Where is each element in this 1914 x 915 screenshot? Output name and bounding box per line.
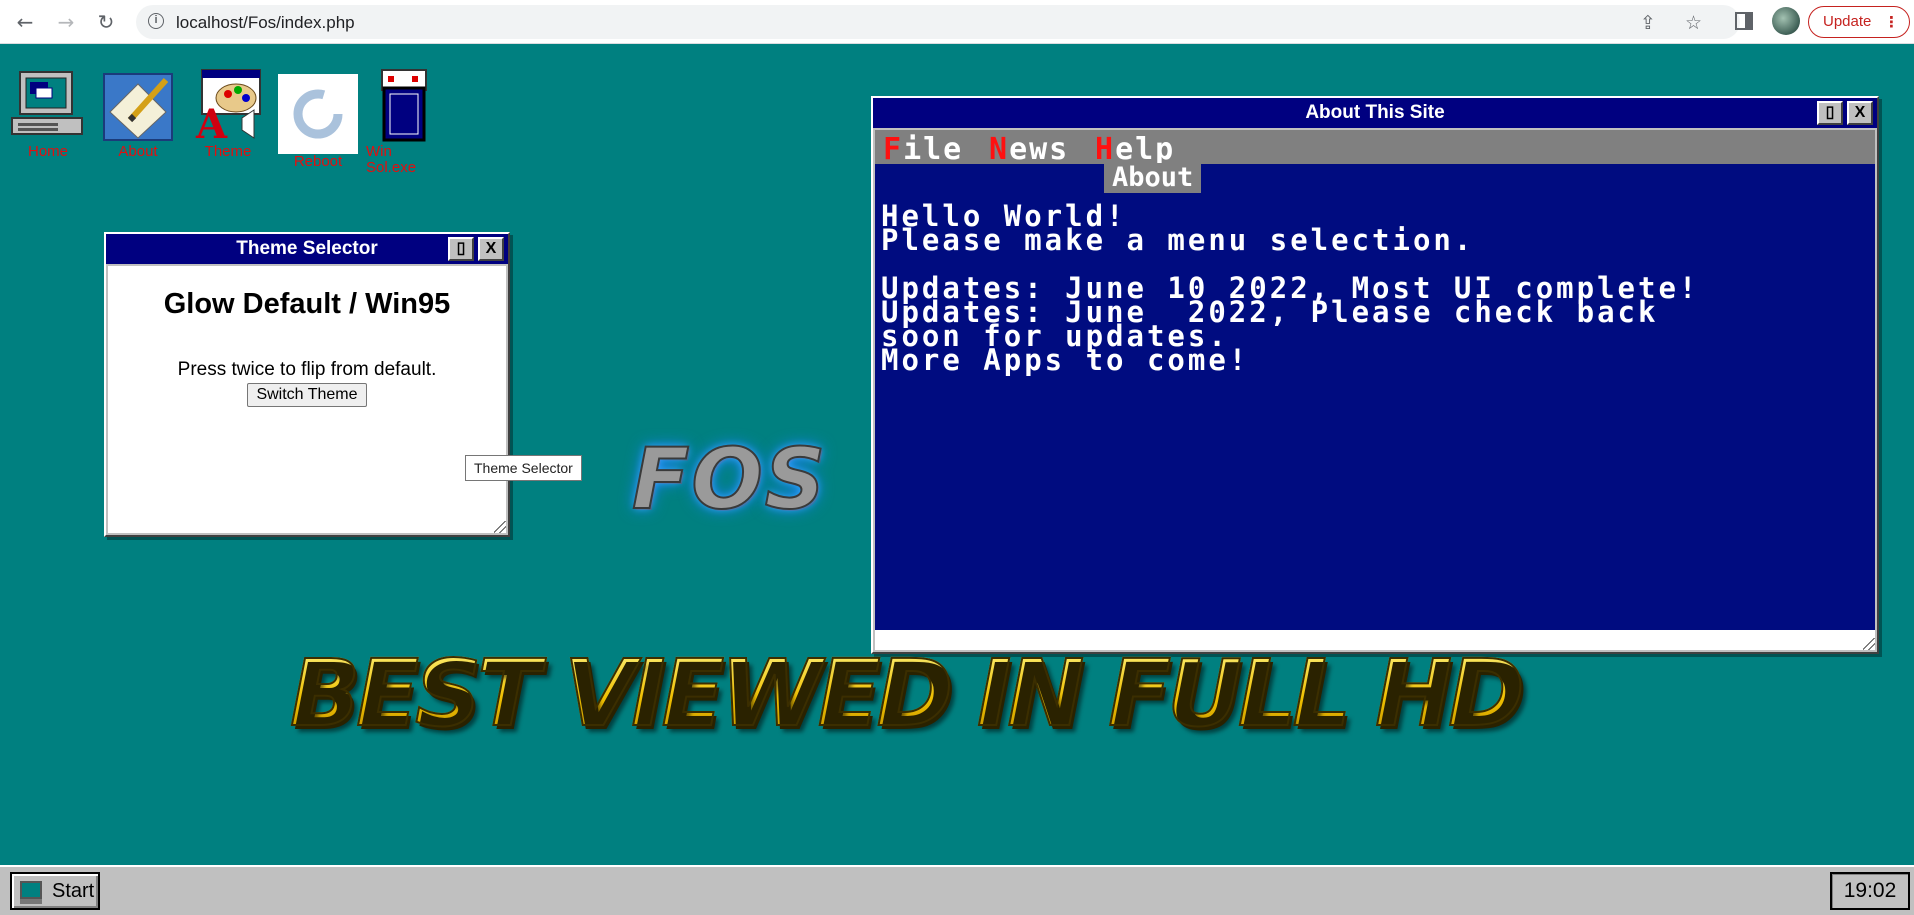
desktop-icon-reboot[interactable]: Reboot <box>276 74 360 170</box>
menu-label: ile <box>903 132 964 167</box>
desktop-icon-win-sol[interactable]: Win Sol.exe <box>366 68 436 176</box>
update-button[interactable]: Update ⋮ <box>1808 6 1910 38</box>
maximize-button[interactable]: ▯ <box>448 237 474 261</box>
reboot-spinner-icon <box>278 74 358 154</box>
theme-heading: Glow Default / Win95 <box>163 288 451 320</box>
terminal-line: More Apps to come! <box>881 343 1250 377</box>
desktop-icon-label: About <box>118 143 158 160</box>
theme-window-titlebar[interactable]: Theme Selector ▯ X <box>106 234 508 264</box>
help-dropdown-about[interactable]: About <box>1104 163 1202 193</box>
paint-palette-icon: A <box>190 68 266 148</box>
profile-avatar[interactable] <box>1772 7 1800 35</box>
close-button[interactable]: X <box>1847 101 1873 125</box>
share-icon[interactable]: ⇪ <box>1640 12 1656 34</box>
desktop-icon-label-line2: Sol.exe <box>366 159 417 176</box>
reload-icon[interactable]: ↻ <box>93 9 119 35</box>
best-viewed-banner: BEST VIEWED IN FULL HD <box>289 639 1525 748</box>
desktop-icon-label: Win <box>366 143 392 160</box>
start-label: Start <box>52 880 95 902</box>
desktop-icon-label: Home <box>27 143 68 160</box>
window-title: About This Site <box>1305 102 1445 123</box>
theme-selector-window: Theme Selector ▯ X Glow Default / Win95 … <box>104 232 510 537</box>
desktop-icon-label: Theme <box>204 143 252 160</box>
maximize-button[interactable]: ▯ <box>1817 101 1843 125</box>
menu-news[interactable]: News <box>989 132 1069 167</box>
menu-hotkey: F <box>883 132 904 167</box>
taskbar: Start 19:02 <box>0 865 1914 915</box>
menu-dots-icon: ⋮ <box>1884 13 1899 31</box>
browser-toolbar: ← → ↻ i localhost/Fos/index.php ⇪ ☆ Upda… <box>0 0 1914 44</box>
desktop-icon-home[interactable]: Home <box>6 68 90 160</box>
side-panel-icon[interactable] <box>1735 12 1753 30</box>
menu-hotkey: N <box>989 132 1010 167</box>
desktop-icon-label: Reboot <box>293 153 343 170</box>
resize-grip-icon[interactable] <box>494 521 506 533</box>
tooltip: Theme Selector <box>465 455 582 481</box>
theme-hint-text: Press twice to flip from default. <box>177 359 437 380</box>
taskbar-clock: 19:02 <box>1830 872 1910 910</box>
switch-theme-button[interactable]: Switch Theme <box>247 383 367 407</box>
terminal-line: Please make a menu selection. <box>881 223 1475 257</box>
address-bar[interactable]: i localhost/Fos/index.php ⇪ ☆ <box>136 5 1740 39</box>
update-label: Update <box>1823 13 1872 30</box>
menu-file[interactable]: File <box>883 132 963 167</box>
computer-icon <box>20 881 42 904</box>
svg-text:A: A <box>195 101 228 144</box>
menu-label: ews <box>1009 132 1070 167</box>
computer-icon <box>10 68 86 144</box>
bookmark-star-icon[interactable]: ☆ <box>1685 12 1702 34</box>
forward-arrow-icon[interactable]: → <box>53 9 79 35</box>
close-button[interactable]: X <box>478 237 504 261</box>
url-text: localhost/Fos/index.php <box>176 13 355 32</box>
about-menubar: File News Help <box>875 130 1875 167</box>
solitaire-icon <box>366 68 442 144</box>
theme-window-body: Glow Default / Win95 Press twice to flip… <box>108 266 506 533</box>
desktop-icon-theme[interactable]: A Theme <box>186 68 270 160</box>
about-window: About This Site ▯ X File News Help Hello… <box>871 96 1879 654</box>
about-terminal: Hello World! Please make a menu selectio… <box>875 164 1875 630</box>
resize-grip-icon[interactable] <box>1863 638 1875 650</box>
desktop-icon-about[interactable]: About <box>96 68 180 160</box>
window-title: Theme Selector <box>236 238 378 259</box>
site-info-icon[interactable]: i <box>148 13 164 29</box>
about-window-titlebar[interactable]: About This Site ▯ X <box>873 98 1877 128</box>
back-arrow-icon[interactable]: ← <box>12 9 38 35</box>
fos-logo: FOS <box>631 429 828 529</box>
start-button[interactable]: Start <box>10 872 100 910</box>
notepad-pencil-icon <box>100 68 176 144</box>
